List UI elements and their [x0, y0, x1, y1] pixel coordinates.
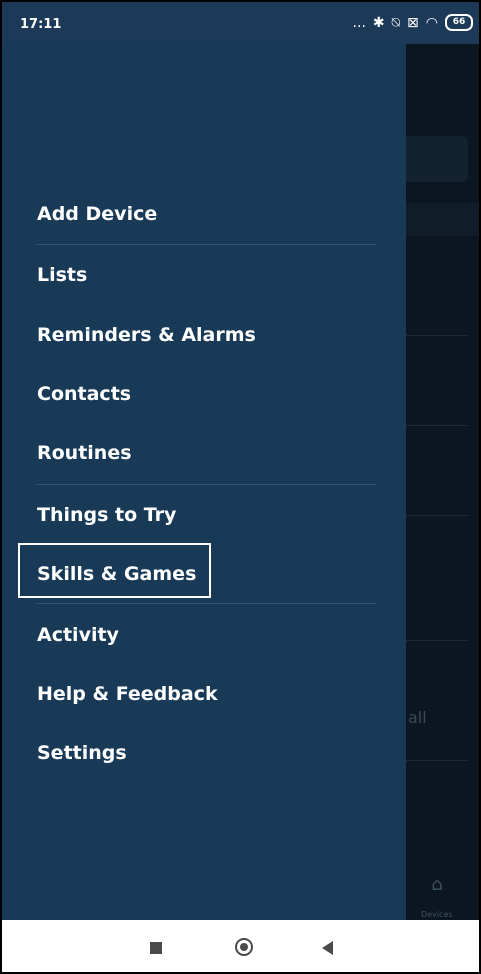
sim-icon: ⊠: [407, 14, 419, 31]
devices-icon[interactable]: ⌂: [426, 874, 448, 896]
bluetooth-icon: ✱: [372, 14, 385, 31]
background-divider: [406, 425, 468, 426]
status-icons: ... ✱ ⍉ ⊠ ◠ 66: [353, 14, 473, 31]
background-divider: [406, 640, 468, 641]
more-icon: ...: [352, 14, 366, 31]
devices-tab-label[interactable]: Devices: [421, 910, 453, 919]
recent-apps-icon[interactable]: [150, 942, 162, 954]
home-icon[interactable]: [235, 938, 253, 956]
status-time: 17:11: [20, 17, 62, 32]
menu-item-lists[interactable]: Lists: [37, 263, 87, 287]
menu-divider: [37, 603, 376, 604]
menu-item-add-device[interactable]: Add Device: [37, 202, 157, 226]
background-band: [406, 203, 481, 236]
back-icon[interactable]: [322, 941, 333, 955]
menu-item-skills-games[interactable]: Skills & Games: [37, 562, 196, 586]
menu-item-things-to-try[interactable]: Things to Try: [37, 503, 176, 527]
background-divider: [406, 335, 468, 336]
menu-item-activity[interactable]: Activity: [37, 623, 119, 647]
menu-item-contacts[interactable]: Contacts: [37, 382, 131, 406]
mute-icon: ⍉: [391, 14, 401, 31]
menu-item-settings[interactable]: Settings: [37, 741, 127, 765]
menu-item-reminders-alarms[interactable]: Reminders & Alarms: [37, 323, 256, 347]
navigation-drawer: Add Device Lists Reminders & Alarms Cont…: [0, 44, 406, 920]
background-divider: [406, 760, 468, 761]
background-search-bar: [406, 136, 468, 182]
menu-item-routines[interactable]: Routines: [37, 441, 132, 465]
menu-item-help-feedback[interactable]: Help & Feedback: [37, 682, 218, 706]
menu-divider: [37, 484, 376, 485]
background-partial-text: all: [408, 708, 427, 727]
wifi-icon: ◠: [425, 14, 438, 31]
background-divider: [406, 515, 468, 516]
status-bar: 17:11 ... ✱ ⍉ ⊠ ◠ 66: [0, 0, 481, 44]
battery-icon: 66: [445, 14, 473, 31]
system-navigation-bar: [0, 920, 481, 974]
menu-divider: [37, 244, 376, 245]
